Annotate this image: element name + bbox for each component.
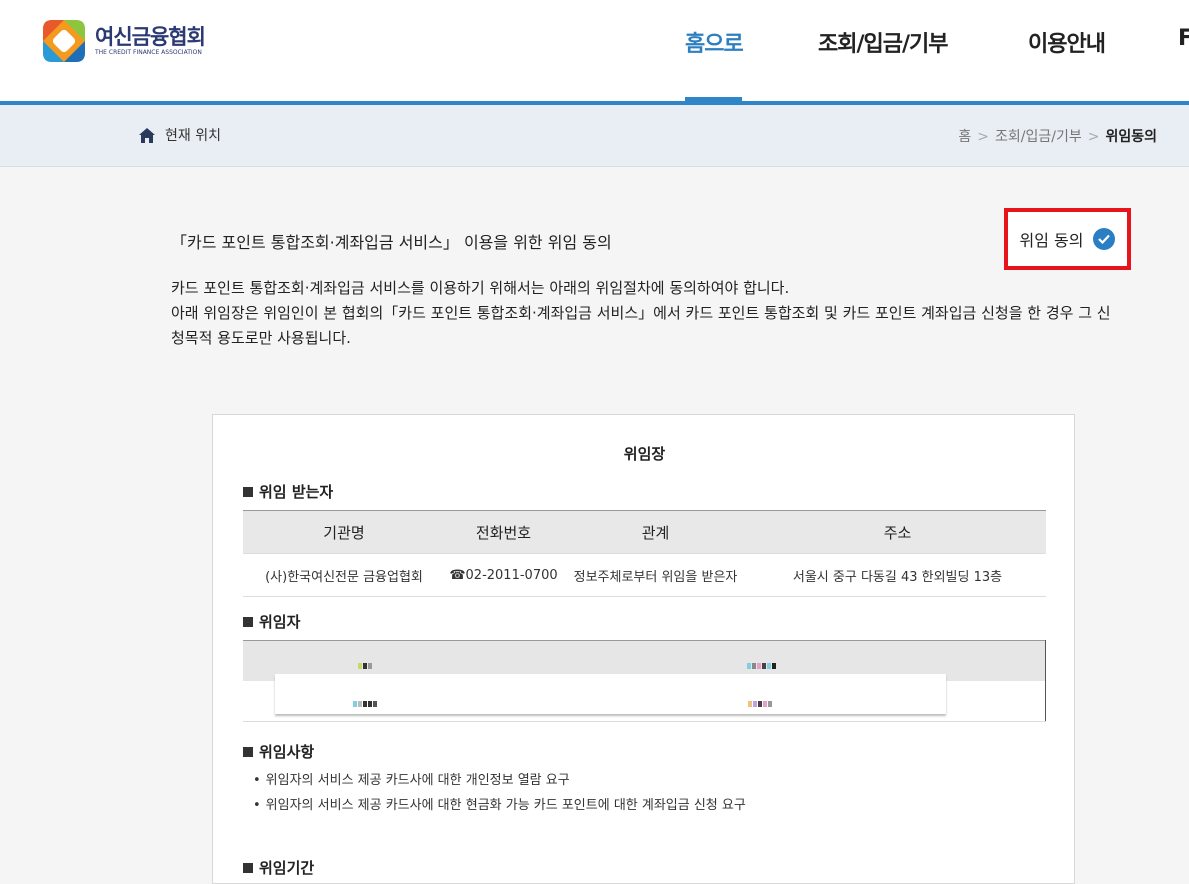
table-row: (사)한국여신전문 금융업협회 ☎02-2011-0700 정보주체로부터 위임…	[243, 553, 1046, 597]
table-cell: ☎02-2011-0700	[445, 553, 562, 597]
logo-title: 여신금융협회	[95, 25, 206, 49]
list-item: 위임자의 서비스 제공 카드사에 대한 현금화 가능 카드 포인트에 대한 계좌…	[253, 793, 746, 818]
mandate-title: 위임장	[623, 445, 666, 463]
mandate-items-list: 위임자의 서비스 제공 카드사에 대한 개인정보 열람 요구 위임자의 서비스 …	[253, 768, 746, 818]
receiver-section-title: 위임 받는자	[243, 481, 333, 502]
intro-description: 카드 포인트 통합조회·계좌입금 서비스를 이용하기 위해서는 아래의 위임절차…	[171, 276, 1121, 351]
table-cell: 정보주체로부터 위임을 받은자	[562, 553, 749, 597]
breadcrumb-separator: >	[977, 129, 990, 145]
redacted-field	[747, 654, 777, 669]
redacted-field	[748, 692, 773, 707]
site-header: 여신금융협회 THE CREDIT FINANCE ASSOCIATION 홈으…	[0, 0, 1189, 101]
items-section-title: 위임사항	[243, 741, 314, 762]
mandator-section-label: 위임자	[259, 613, 301, 631]
period-section-label: 위임기간	[259, 859, 315, 877]
nav-home[interactable]: 홈으로	[685, 26, 744, 58]
bullet-square-icon	[243, 746, 253, 757]
logo[interactable]: 여신금융협회 THE CREDIT FINANCE ASSOCIATION	[43, 20, 206, 62]
agree-button-label: 위임 동의	[1019, 231, 1084, 250]
mandator-table	[243, 640, 1046, 722]
period-section-title: 위임기간	[243, 857, 314, 878]
logo-subtitle: THE CREDIT FINANCE ASSOCIATION	[95, 49, 202, 56]
breadcrumb: 홈 > 조회/입금/기부 > 위임동의	[958, 126, 1157, 146]
current-location: 현재 위치	[139, 125, 221, 145]
column-header: 기관명	[243, 510, 445, 554]
bullet-square-icon	[243, 616, 253, 627]
breadcrumb-separator: >	[1087, 129, 1100, 145]
list-item: 위임자의 서비스 제공 카드사에 대한 개인정보 열람 요구	[253, 768, 746, 793]
column-header: 관계	[562, 510, 749, 554]
bullet-square-icon	[243, 486, 253, 497]
receiver-section-label: 위임 받는자	[259, 483, 334, 501]
nav-inquiry[interactable]: 조회/입금/기부	[818, 26, 949, 58]
column-header: 주소	[749, 510, 1046, 554]
bullet-square-icon	[243, 862, 253, 873]
nav-guide[interactable]: 이용안내	[1028, 26, 1106, 58]
breadcrumb-current: 위임동의	[1105, 129, 1157, 145]
table-cell: 서울시 중구 다동길 43 한외빌딩 13층	[749, 553, 1046, 597]
check-circle-icon	[1093, 228, 1116, 250]
page-title: 「카드 포인트 통합조회·계좌입금 서비스」 이용을 위한 위임 동의	[171, 233, 612, 252]
column-header: 전화번호	[445, 510, 562, 554]
mandator-scroll-edge	[1045, 640, 1046, 721]
mandator-section-title: 위임자	[243, 611, 300, 632]
location-label: 현재 위치	[165, 128, 221, 144]
intro-line-2: 아래 위임장은 위임인이 본 협회의「카드 포인트 통합조회·계좌입금 서비스」…	[171, 304, 1111, 347]
items-section-label: 위임사항	[259, 743, 315, 761]
mandate-card: 위임장 위임 받는자 기관명 전화번호 관계 주소 (사)한국여신전문 금융업협…	[212, 414, 1075, 884]
home-icon	[139, 127, 155, 143]
table-header-row: 기관명 전화번호 관계 주소	[243, 510, 1046, 554]
redacted-field	[358, 654, 373, 669]
intro-line-1: 카드 포인트 통합조회·계좌입금 서비스를 이용하기 위해서는 아래의 위임절차…	[171, 279, 790, 297]
breadcrumb-home[interactable]: 홈	[958, 129, 971, 145]
nav-more[interactable]: F	[1178, 26, 1189, 51]
breadcrumb-bar: 현재 위치 홈 > 조회/입금/기부 > 위임동의	[0, 105, 1189, 167]
logo-mark-icon	[43, 20, 85, 62]
agree-button[interactable]: 위임 동의	[1004, 208, 1131, 270]
receiver-table: 기관명 전화번호 관계 주소 (사)한국여신전문 금융업협회 ☎02-2011-…	[243, 510, 1046, 597]
redacted-field	[353, 692, 378, 707]
breadcrumb-inquiry[interactable]: 조회/입금/기부	[995, 129, 1082, 145]
table-cell: (사)한국여신전문 금융업협회	[243, 553, 445, 597]
